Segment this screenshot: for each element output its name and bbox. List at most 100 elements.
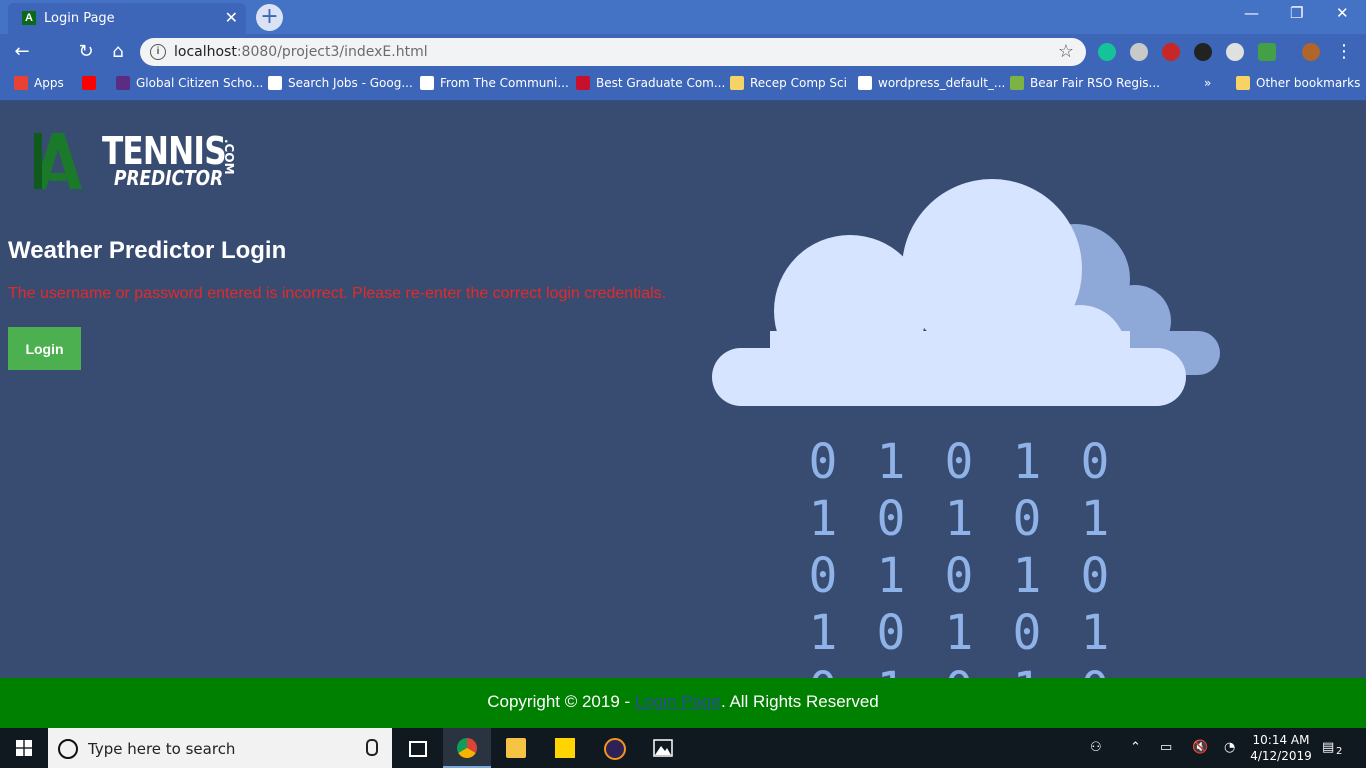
extension-icon[interactable] xyxy=(1162,43,1180,61)
clock-time: 10:14 AM xyxy=(1252,733,1310,747)
purple-crest-icon xyxy=(116,76,130,90)
binary-digit: 0 xyxy=(1080,434,1110,490)
bookmark-item[interactable]: Search Jobs - Goog... xyxy=(268,76,413,90)
binary-digit: 1 xyxy=(876,548,906,604)
tab-login-page[interactable]: A Login Page ✕ xyxy=(8,3,246,34)
logo-dotcom: .COM xyxy=(222,139,236,175)
extension-icon[interactable] xyxy=(1226,43,1244,61)
minimize-icon[interactable]: — xyxy=(1244,4,1259,22)
profile-avatar[interactable] xyxy=(1302,43,1320,61)
bookmark-item[interactable]: wordpress_default_... xyxy=(858,76,1005,90)
binary-digit: 1 xyxy=(944,605,974,661)
extension-icon[interactable] xyxy=(1194,43,1212,61)
grammarly-extension-icon[interactable] xyxy=(1098,43,1116,61)
bookmark-item[interactable]: Recep Comp Sci xyxy=(730,76,847,90)
binary-digit: 0 xyxy=(1012,491,1042,547)
bookmark-star-icon[interactable]: ☆ xyxy=(1058,41,1074,62)
eclipse-taskbar-icon[interactable] xyxy=(590,728,638,768)
binary-digit: 1 xyxy=(1012,434,1042,490)
eclipse-icon xyxy=(604,738,626,760)
task-view-glyph-icon xyxy=(409,741,427,757)
photos-taskbar-icon[interactable] xyxy=(639,728,687,768)
menu-kebab-icon[interactable]: ⋮ xyxy=(1332,40,1356,64)
tab-favicon-icon: A xyxy=(22,11,36,25)
bookmark-label: Bear Fair RSO Regis... xyxy=(1030,76,1160,90)
taskbar-search-box[interactable]: Type here to search xyxy=(48,728,392,768)
site-info-icon[interactable]: i xyxy=(150,44,166,60)
binary-digit: 0 xyxy=(798,661,848,678)
green-logo-icon xyxy=(1010,76,1024,90)
url-text: localhost:8080/project3/indexE.html xyxy=(174,44,428,60)
binary-digit-row: 01010 xyxy=(798,547,1118,605)
binary-digit-row: 10101 xyxy=(798,604,1118,662)
binary-digit: 1 xyxy=(1002,661,1052,678)
youtube-icon xyxy=(82,76,96,90)
footer-copyright-prefix: Copyright © 2019 - xyxy=(487,692,635,711)
sticky-notes-taskbar-icon[interactable] xyxy=(541,728,589,768)
other-bookmarks[interactable]: Other bookmarks xyxy=(1236,76,1360,90)
binary-digit: 0 xyxy=(944,434,974,490)
bookmark-label: Best Graduate Com... xyxy=(596,76,726,90)
windows-start-icon[interactable] xyxy=(16,740,32,756)
bookmark-item[interactable]: From The Communi... xyxy=(420,76,569,90)
taskbar-clock[interactable]: 10:14 AM 4/12/2019 xyxy=(1250,732,1312,764)
show-hidden-icons-chevron-icon[interactable]: ⌃ xyxy=(1130,740,1141,755)
binary-digit-row: 10101 xyxy=(798,490,1118,548)
bookmark-item[interactable]: Bear Fair RSO Regis... xyxy=(1010,76,1160,90)
binary-digit: 0 xyxy=(944,548,974,604)
binary-digit: 1 xyxy=(1012,548,1042,604)
extension-icon[interactable] xyxy=(1258,43,1276,61)
extension-icon[interactable] xyxy=(1130,43,1148,61)
people-icon[interactable]: ⚇ xyxy=(1090,740,1102,755)
usn-icon xyxy=(576,76,590,90)
action-center-icon[interactable]: ▤ xyxy=(1322,740,1334,755)
volume-muted-icon[interactable]: 🔇 xyxy=(1192,740,1208,755)
microphone-icon[interactable] xyxy=(366,739,378,756)
bookmark-item[interactable]: Best Graduate Com... xyxy=(576,76,725,90)
bookmark-label: wordpress_default_... xyxy=(878,76,1006,90)
chrome-icon xyxy=(457,738,477,758)
binary-digit: 0 xyxy=(1070,661,1118,678)
bookmark-item[interactable]: Apps xyxy=(14,76,64,90)
windows-taskbar: Type here to search ⚇ ⌃ ▭ 🔇 ◔ 10:14 AM 4… xyxy=(0,728,1366,768)
reload-icon[interactable]: ↻ xyxy=(74,40,98,64)
amazon-icon xyxy=(420,76,434,90)
back-icon[interactable]: ← xyxy=(10,40,34,64)
login-button[interactable]: Login xyxy=(8,327,81,370)
chrome-taskbar-icon[interactable] xyxy=(443,728,491,768)
folder-icon xyxy=(1236,76,1250,90)
task-view-icon[interactable] xyxy=(394,728,442,768)
window-close-icon[interactable]: ✕ xyxy=(1336,4,1349,22)
wifi-icon[interactable]: ◔ xyxy=(1224,740,1235,755)
logo-a-icon xyxy=(34,133,82,189)
binary-digit: 0 xyxy=(934,661,984,678)
binary-digit: 0 xyxy=(1080,548,1110,604)
address-bar[interactable]: i localhost:8080/project3/indexE.html ☆ xyxy=(140,38,1086,66)
tennis-predictor-logo: TENNIS PREDICTOR .COM xyxy=(34,131,244,193)
binary-digit-row: 01010 xyxy=(798,433,1118,491)
tab-close-icon[interactable]: ✕ xyxy=(225,8,238,27)
binary-digit: 0 xyxy=(808,434,838,490)
error-message: The username or password entered is inco… xyxy=(8,285,667,302)
clock-date: 4/12/2019 xyxy=(1250,749,1312,763)
battery-icon[interactable]: ▭ xyxy=(1160,740,1172,755)
file-explorer-taskbar-icon[interactable] xyxy=(492,728,540,768)
taskbar-search-placeholder: Type here to search xyxy=(88,740,236,758)
notification-count-badge: 2 xyxy=(1336,746,1343,757)
restore-icon[interactable]: ❐ xyxy=(1290,4,1303,22)
browser-tabstrip: A Login Page ✕ + — ❐ ✕ xyxy=(0,0,1366,34)
cloud-illustration xyxy=(712,179,1220,406)
binary-rain: 0101010101010101010101010 xyxy=(798,433,1118,678)
bookmark-item[interactable] xyxy=(82,76,102,90)
bookmark-item[interactable]: Global Citizen Scho... xyxy=(116,76,263,90)
new-tab-button[interactable]: + xyxy=(256,4,283,31)
binary-digit: 1 xyxy=(808,605,838,661)
page-footer: Copyright © 2019 - Login Page. All Right… xyxy=(0,678,1366,728)
google-icon xyxy=(268,76,282,90)
bookmark-label: Recep Comp Sci xyxy=(750,76,847,90)
page-icon xyxy=(858,76,872,90)
cortana-icon xyxy=(58,739,78,759)
footer-login-page-link[interactable]: Login Page xyxy=(635,692,721,711)
home-icon[interactable]: ⌂ xyxy=(106,40,130,64)
bookmarks-overflow-icon[interactable]: » xyxy=(1204,76,1211,90)
